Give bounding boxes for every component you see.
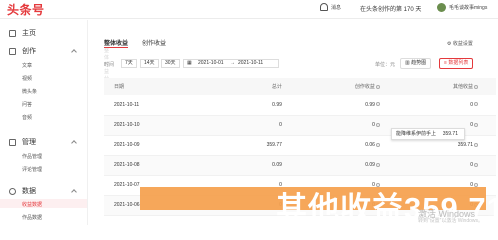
cell-date: 2021-10-10 — [104, 115, 224, 136]
tab-overall[interactable]: 整体收益 — [104, 38, 128, 47]
cell-other-value: 0 — [470, 122, 473, 128]
table-row: 2021-10-08 0.09 0.09 0 — [104, 155, 496, 176]
income-tooltip: 能降维系伊前手上 359.71 — [391, 128, 465, 140]
range-7days-button[interactable]: 7天 — [121, 59, 137, 68]
info-icon[interactable] — [474, 142, 478, 147]
sidebar-sub-works-manage[interactable]: 作品管理 — [22, 153, 42, 160]
income-settings-link[interactable]: ⚙ 收益设置 — [447, 40, 473, 47]
calendar-icon: ▦ — [187, 60, 192, 66]
table-row: 2021-10-11 0.99 0.99 0 — [104, 95, 496, 116]
bell-icon[interactable] — [320, 3, 328, 11]
active-highlight — [0, 199, 87, 208]
data-icon — [9, 187, 16, 195]
sidebar-sub-works-data[interactable]: 作品数据 — [22, 214, 42, 221]
tab-creation[interactable]: 创作收益 — [142, 38, 166, 47]
info-icon[interactable] — [474, 102, 478, 107]
range-30days-button[interactable]: 30天 — [161, 59, 180, 68]
help-icon[interactable] — [474, 84, 478, 89]
sidebar-item-data[interactable]: 数据 — [9, 186, 36, 196]
info-icon[interactable] — [375, 162, 380, 167]
bell-label[interactable]: 消息 — [331, 4, 341, 11]
column-header-other: 其他收益 — [397, 78, 496, 95]
sidebar-item-label: 数据 — [22, 188, 36, 195]
trend-chart-label: 趋势图 — [411, 60, 427, 66]
cell-date: 2021-10-09 — [104, 135, 224, 156]
cell-total: 0 — [224, 115, 300, 136]
sidebar-sub-audio[interactable]: 音频 — [22, 114, 32, 121]
info-icon[interactable] — [375, 102, 380, 107]
sidebar-item-label: 管理 — [22, 139, 36, 146]
column-header-creation-label: 创作收益 — [354, 84, 375, 90]
cell-total: 0.99 — [224, 95, 300, 116]
cell-date: 2021-10-11 — [104, 95, 224, 116]
chevron-up-icon[interactable] — [71, 49, 77, 55]
arrow-icon: → — [230, 60, 235, 66]
sidebar-sub-qa[interactable]: 问答 — [22, 101, 32, 108]
cell-total: 359.77 — [224, 135, 300, 156]
cell-creation-value: 0 — [372, 122, 375, 128]
data-list-label: 数据列表 — [448, 60, 469, 66]
info-icon[interactable] — [375, 142, 380, 147]
cell-total: 0.09 — [224, 155, 300, 176]
creation-days-text: 在头条创作的第 170 天 — [360, 7, 422, 13]
home-icon — [9, 29, 16, 37]
app-logo[interactable]: 头条号 — [7, 1, 45, 18]
sidebar-item-home[interactable]: 主页 — [9, 28, 36, 38]
cell-creation: 0 — [299, 115, 398, 136]
cell-other: 0 — [397, 155, 496, 176]
tooltip-label: 能降维系伊前手上 — [396, 131, 437, 137]
start-date: 2021-10-01 — [198, 60, 224, 66]
cell-date: 2021-10-08 — [104, 155, 224, 176]
end-date: 2021-10-11 — [238, 60, 264, 66]
edit-icon — [9, 47, 16, 55]
table-header-row: 日期 总计 创作收益 其他收益 — [104, 78, 496, 95]
cell-other-value: 0 — [470, 101, 473, 108]
sidebar-item-label: 主页 — [22, 30, 36, 37]
cell-creation: 0.99 — [299, 95, 398, 116]
list-icon: ≡ — [444, 60, 447, 66]
sidebar-sub-video[interactable]: 视频 — [22, 75, 32, 82]
column-header-other-label: 其他收益 — [452, 84, 473, 90]
sidebar-sub-comment-manage[interactable]: 评论管理 — [22, 166, 42, 173]
gear-icon: ⚙ — [447, 41, 452, 47]
cell-creation-value: 0.06 — [365, 142, 375, 148]
top-bar: 头条号 消息 在头条创作的第 170 天 毛毛谈故事mings — [0, 0, 498, 19]
info-icon[interactable] — [375, 122, 380, 127]
column-header-total: 总计 — [224, 78, 300, 95]
avatar[interactable] — [437, 3, 446, 12]
chevron-up-icon[interactable] — [71, 140, 77, 146]
data-list-button[interactable]: ≡ 数据列表 — [439, 58, 474, 69]
unit-label: 单位：元 — [375, 62, 396, 68]
info-icon[interactable] — [474, 162, 478, 167]
manage-icon — [9, 138, 16, 146]
cell-creation: 0.06 — [299, 135, 398, 156]
date-range-picker[interactable]: ▦ 2021-10-01 → 2021-10-11 — [183, 59, 279, 68]
chart-icon: ▥ — [405, 60, 410, 66]
cell-creation-value: 0.09 — [365, 162, 375, 168]
sidebar-item-manage[interactable]: 管理 — [9, 137, 36, 147]
cell-other-value: 359.71 — [457, 142, 473, 148]
username[interactable]: 毛毛谈故事mings — [449, 4, 487, 11]
cell-creation-value: 0.99 — [365, 101, 375, 108]
sidebar-item-create[interactable]: 创作 — [9, 46, 36, 56]
column-header-date: 日期 — [104, 78, 224, 95]
help-icon[interactable] — [375, 84, 380, 89]
sidebar-sub-micro[interactable]: 微头条 — [22, 88, 37, 95]
time-label: 时间 — [104, 62, 115, 68]
sidebar-sub-article[interactable]: 文章 — [22, 62, 32, 69]
sidebar-sub-income-data[interactable]: 收益数据 — [22, 201, 42, 208]
cell-creation: 0.09 — [299, 155, 398, 176]
cell-other: 0 — [397, 95, 496, 116]
tooltip-value: 359.71 — [442, 131, 458, 137]
column-header-creation: 创作收益 — [299, 78, 398, 95]
sidebar-item-label: 创作 — [22, 48, 36, 55]
info-icon[interactable] — [474, 122, 478, 127]
cell-other-value: 0 — [470, 162, 473, 168]
sidebar: 主页 创作 文章 视频 微头条 问答 音频 管理 作品管理 评论管理 数据 收益… — [0, 20, 88, 225]
range-14days-button[interactable]: 14天 — [140, 59, 159, 68]
trend-chart-button[interactable]: ▥ 趋势图 — [400, 58, 432, 69]
chevron-up-icon[interactable] — [71, 189, 77, 195]
income-settings-label: 收益设置 — [452, 41, 473, 47]
windows-watermark-subtitle: 转到“设置”以激活 Windows。 — [418, 218, 484, 224]
